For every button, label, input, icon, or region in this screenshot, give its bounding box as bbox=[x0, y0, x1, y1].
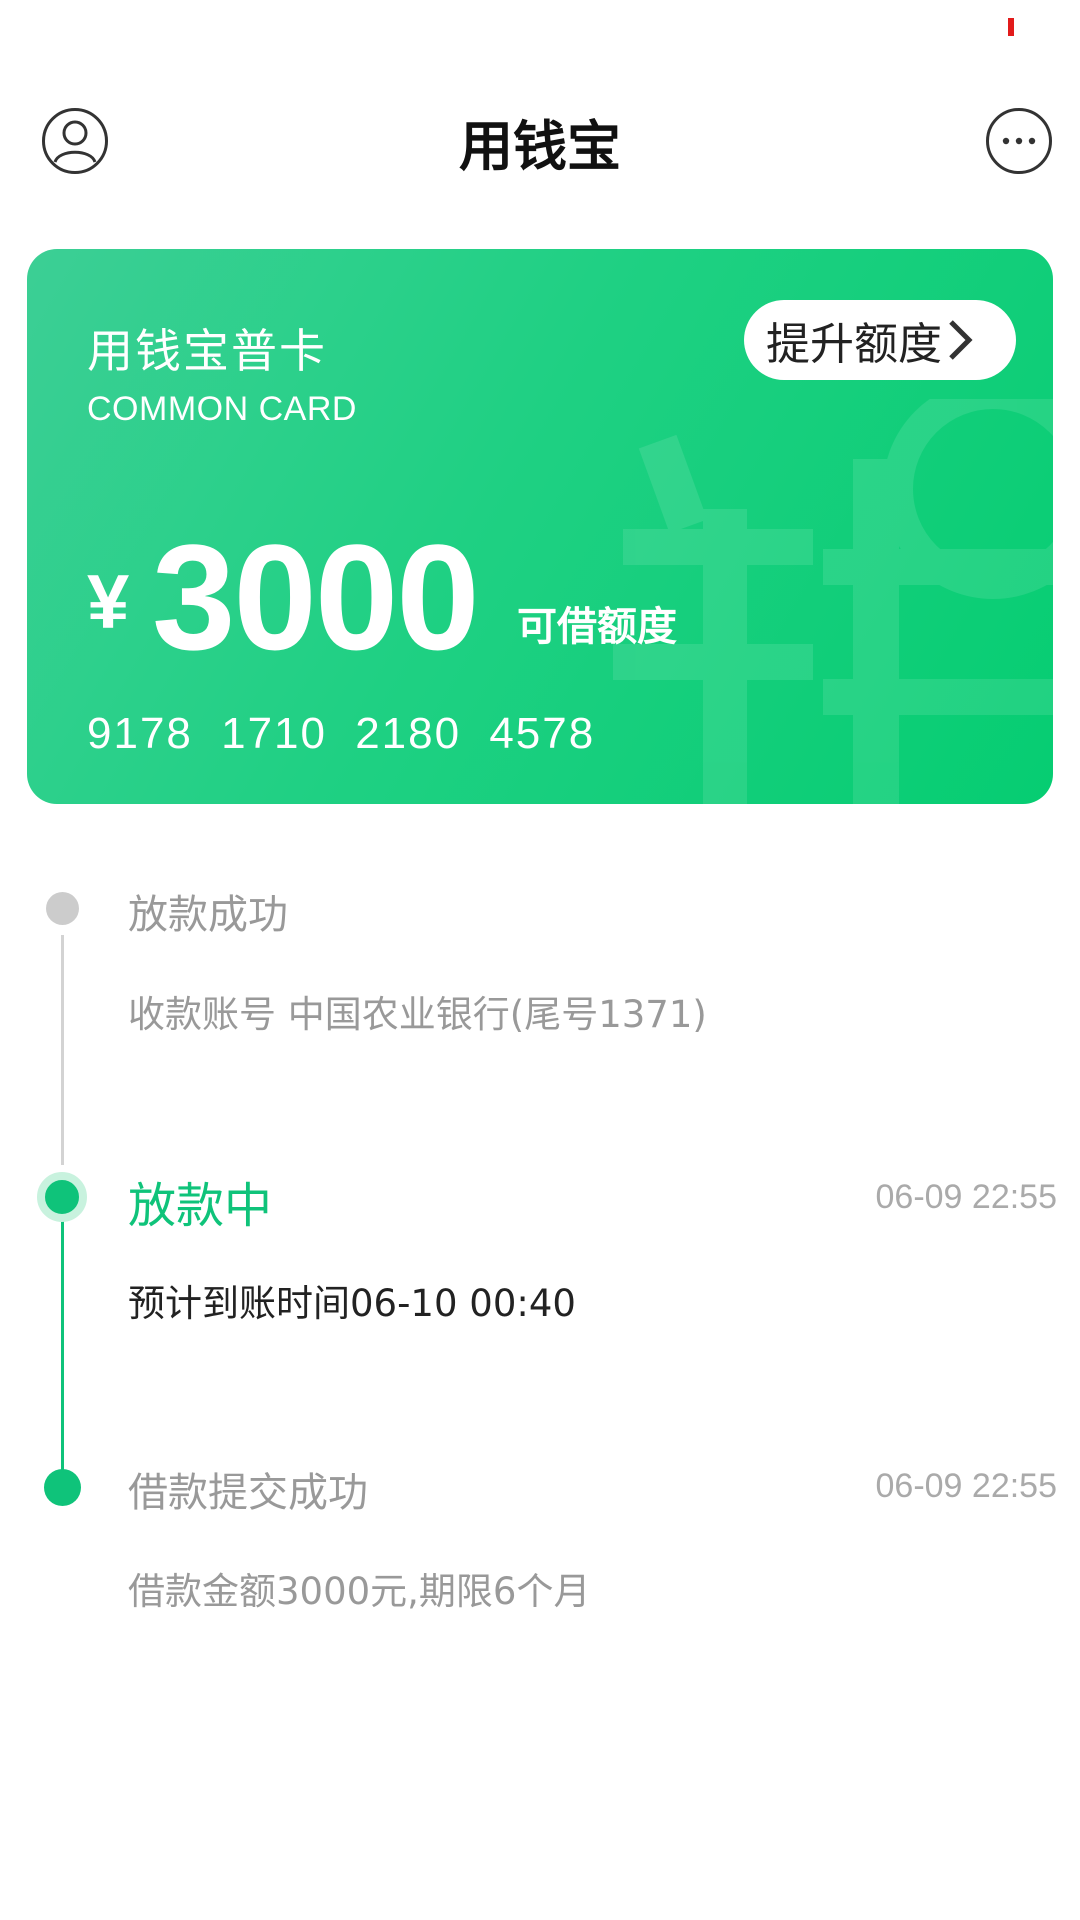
timeline-title: 放款成功 bbox=[128, 892, 288, 938]
timeline-connector bbox=[61, 1210, 64, 1480]
timeline-title: 借款提交成功 bbox=[128, 1470, 368, 1516]
timeline-title: 放款中 bbox=[128, 1178, 273, 1234]
timeline-desc: 预计到账时间06-10 00:40 bbox=[128, 1282, 576, 1325]
timeline-desc: 借款金额3000元,期限6个月 bbox=[128, 1570, 591, 1613]
timeline-dot bbox=[46, 892, 79, 925]
timeline-connector bbox=[61, 935, 64, 1165]
timeline-dot bbox=[44, 1469, 81, 1506]
timeline-desc: 收款账号 中国农业银行(尾号1371) bbox=[128, 993, 707, 1036]
loan-timeline: 放款成功 收款账号 中国农业银行(尾号1371) 放款中 06-09 22:55… bbox=[0, 0, 1080, 1920]
timeline-time: 06-09 22:55 bbox=[875, 1178, 1058, 1216]
timeline-dot-active bbox=[37, 1172, 87, 1222]
timeline-time: 06-09 22:55 bbox=[875, 1467, 1058, 1505]
